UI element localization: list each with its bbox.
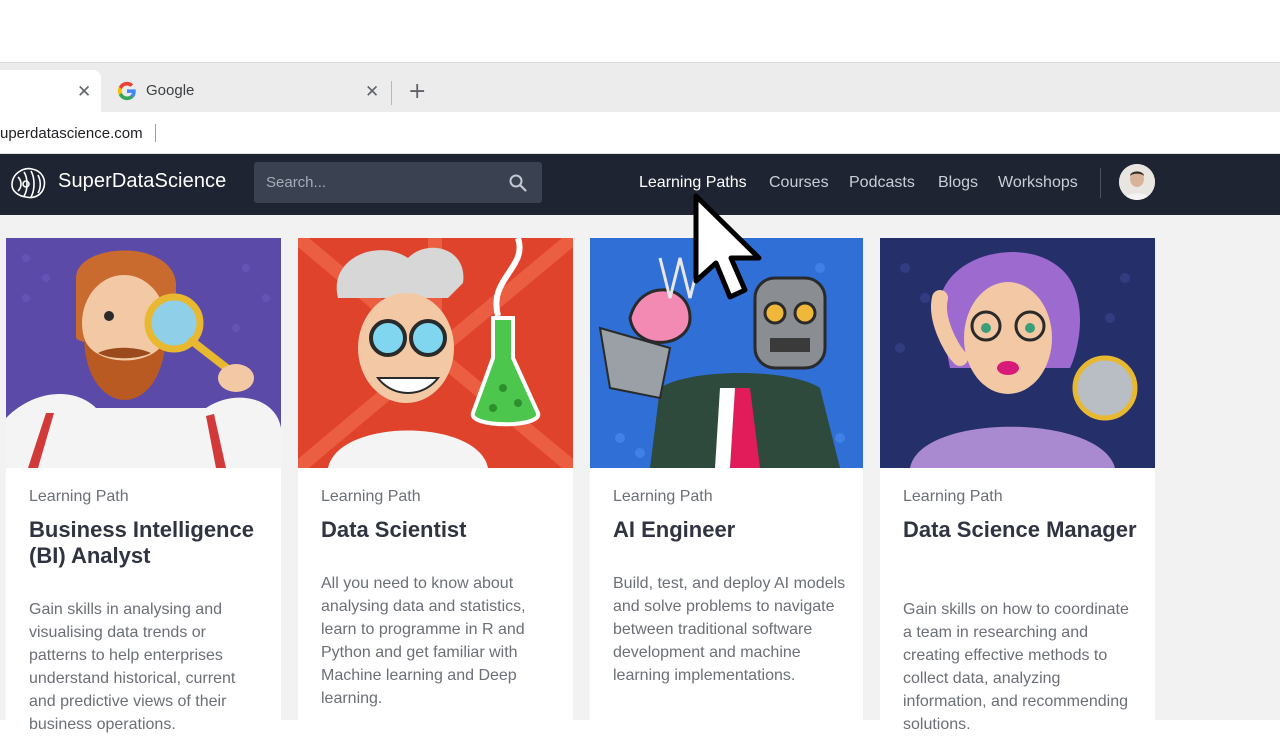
learning-path-card[interactable]: Learning Path Business Intelligence (BI)… <box>6 238 281 733</box>
card-title[interactable]: Data Scientist <box>321 517 561 543</box>
learning-path-card[interactable]: Learning Path AI Engineer Build, test, a… <box>590 238 863 728</box>
user-avatar[interactable] <box>1119 164 1155 200</box>
learning-paths-grid: Learning Path Business Intelligence (BI)… <box>0 215 1280 733</box>
nav-learning-paths[interactable]: Learning Paths <box>639 174 747 192</box>
tab-title: Google <box>146 82 195 99</box>
nav-courses[interactable]: Courses <box>769 174 829 192</box>
card-illustration <box>298 238 573 468</box>
address-bar[interactable]: uperdatascience.com <box>0 112 1280 154</box>
card-description: Build, test, and deploy AI models and so… <box>613 575 846 684</box>
mad-scientist-image <box>298 238 573 468</box>
right-gutter <box>1163 215 1280 720</box>
avatar-portrait <box>1119 164 1155 200</box>
learning-path-card[interactable]: Learning Path Data Scientist All you nee… <box>298 238 573 728</box>
browser-top-bar <box>0 0 1280 62</box>
card-description: Gain skills on how to coordinate a team … <box>903 601 1129 733</box>
tab-divider <box>391 81 392 105</box>
site-header: SuperDataScience Search... Learning Path… <box>0 154 1280 215</box>
card-kicker: Learning Path <box>613 488 713 505</box>
new-tab-plus-icon[interactable]: + <box>408 79 426 105</box>
card-description: All you need to know about analysing dat… <box>321 575 526 707</box>
card-title[interactable]: AI Engineer <box>613 517 853 543</box>
browser-tab-active[interactable]: ✕ <box>0 70 101 113</box>
woman-glasses-image <box>880 238 1155 468</box>
browser-tab-strip: ✕ Google ✕ + <box>0 62 1280 113</box>
card-title[interactable]: Business Intelligence (BI) Analyst <box>29 517 269 569</box>
card-kicker: Learning Path <box>321 488 421 505</box>
card-illustration <box>880 238 1155 468</box>
text-caret <box>155 124 156 142</box>
card-title[interactable]: Data Science Manager <box>903 517 1143 543</box>
search-input[interactable]: Search... <box>254 162 542 203</box>
card-kicker: Learning Path <box>903 488 1003 505</box>
brand-name[interactable]: SuperDataScience <box>58 170 226 193</box>
learning-path-card[interactable]: Learning Path Data Science Manager Gain … <box>880 238 1155 733</box>
card-illustration <box>6 238 281 468</box>
search-placeholder: Search... <box>266 174 327 191</box>
tab-close-icon[interactable]: ✕ <box>365 82 379 102</box>
nav-podcasts[interactable]: Podcasts <box>849 174 915 192</box>
mouse-pointer-icon <box>693 193 762 300</box>
tab-close-icon[interactable]: ✕ <box>77 82 91 102</box>
google-icon <box>117 81 136 101</box>
search-icon[interactable] <box>508 173 528 193</box>
brain-logo-icon[interactable] <box>6 163 50 203</box>
card-description: Gain skills in analysing and visualising… <box>29 601 236 733</box>
browser-tab-google[interactable]: Google ✕ <box>101 70 391 113</box>
nav-divider <box>1100 168 1101 198</box>
bearded-man-magnifier-image <box>6 238 281 468</box>
url-text[interactable]: uperdatascience.com <box>0 125 143 142</box>
nav-blogs[interactable]: Blogs <box>938 174 978 192</box>
card-kicker: Learning Path <box>29 488 129 505</box>
nav-workshops[interactable]: Workshops <box>998 174 1078 192</box>
